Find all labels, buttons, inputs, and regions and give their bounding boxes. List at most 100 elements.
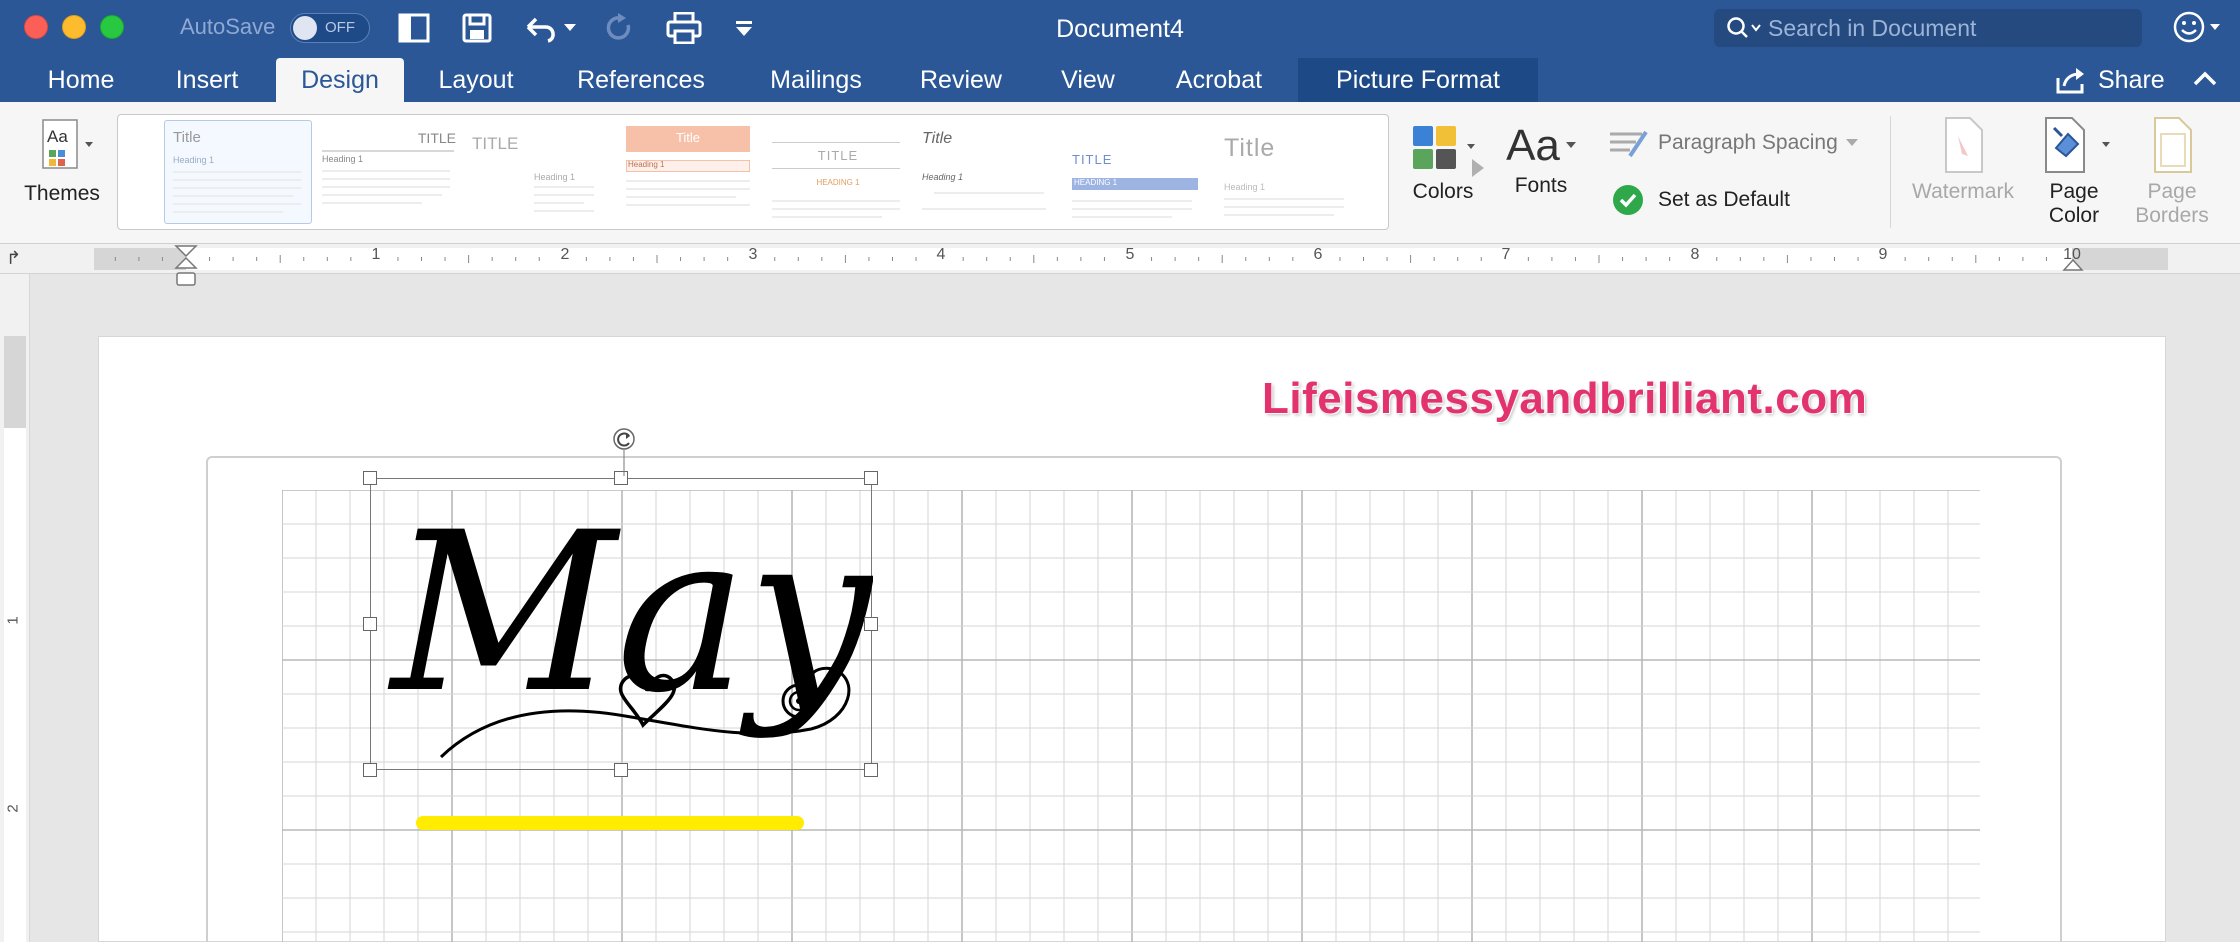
may-lettering-picture[interactable]: May xyxy=(370,478,873,770)
left-indent-marker-icon[interactable] xyxy=(176,272,196,286)
page-borders-label: Page Borders xyxy=(2135,180,2209,227)
style-set-title: TITLE xyxy=(472,134,519,153)
resize-handle-bottom-left[interactable] xyxy=(363,763,377,777)
feedback-button[interactable] xyxy=(2172,10,2224,49)
paragraph-spacing-label: Paragraph Spacing xyxy=(1658,131,1838,154)
colors-label: Colors xyxy=(1412,180,1474,203)
collapse-ribbon-icon[interactable] xyxy=(2192,68,2218,90)
maximize-window-button[interactable] xyxy=(100,15,124,39)
style-set-heading: Heading 1 xyxy=(173,155,215,165)
save-icon xyxy=(462,13,492,43)
printer-icon xyxy=(666,12,702,44)
style-set-thumbnail[interactable]: TITLE Heading 1 xyxy=(464,120,612,224)
style-set-gallery: Title Heading 1 TITLE Heading 1 TITLE He… xyxy=(117,114,1484,230)
tab-home[interactable]: Home xyxy=(26,58,136,102)
style-set-title: TITLE xyxy=(417,130,456,146)
first-line-indent-marker-icon[interactable] xyxy=(174,244,198,274)
redo-icon xyxy=(606,13,631,40)
ribbon-divider xyxy=(1890,116,1891,228)
style-set-title: TITLE xyxy=(1072,152,1113,167)
style-set-thumbnail[interactable]: TITLE HEADING 1 xyxy=(764,120,912,224)
tab-insert[interactable]: Insert xyxy=(152,58,262,102)
save-button[interactable] xyxy=(462,10,492,46)
themes-button[interactable]: Aa Themes xyxy=(14,116,110,226)
ruler-number: 2 xyxy=(4,804,22,813)
smiley-icon xyxy=(2173,11,2220,43)
yellow-highlight-stroke xyxy=(416,816,804,830)
style-set-heading: HEADING 1 xyxy=(816,178,860,187)
style-set-heading: HEADING 1 xyxy=(1074,178,1118,187)
page-color-label: Page Color xyxy=(2048,180,2100,227)
autosave-toggle[interactable]: OFF xyxy=(290,13,370,43)
themes-icon: Aa xyxy=(42,119,93,169)
horizontal-ruler[interactable]: ↱ 1 2 3 4 5 6 7 8 9 10 xyxy=(0,244,2240,274)
resize-handle-right[interactable] xyxy=(864,617,878,631)
watermark-icon xyxy=(1945,117,1983,173)
style-set-heading: Heading 1 xyxy=(628,160,665,169)
tab-acrobat[interactable]: Acrobat xyxy=(1156,58,1282,102)
ribbon-tab-bar: Home Insert Design Layout References Mai… xyxy=(0,58,2240,102)
resize-handle-bottom-right[interactable] xyxy=(864,763,878,777)
themes-label: Themes xyxy=(24,182,100,205)
resize-handle-left[interactable] xyxy=(363,617,377,631)
ruler-number: 5 xyxy=(1125,246,1135,263)
style-set-thumbnail[interactable]: TITLE HEADING 1 xyxy=(1064,120,1212,224)
style-set-thumbnail[interactable]: Title Heading 1 xyxy=(614,120,762,224)
style-set-thumbnail[interactable]: Title Heading 1 xyxy=(914,120,1062,224)
chevron-down-icon xyxy=(1565,142,1576,148)
tab-picture-format[interactable]: Picture Format xyxy=(1298,58,1538,102)
tab-layout[interactable]: Layout xyxy=(418,58,534,102)
colors-button[interactable]: Colors xyxy=(1398,118,1488,228)
style-set-heading: Heading 1 xyxy=(322,154,364,164)
fonts-label: Fonts xyxy=(1514,174,1568,197)
style-set-thumbnail[interactable]: Title Heading 1 xyxy=(1214,120,1362,224)
ruler-number: 9 xyxy=(1878,246,1888,263)
share-button[interactable]: Share xyxy=(2056,58,2165,102)
style-set-thumbnail[interactable]: Title Heading 1 xyxy=(164,120,312,224)
page-borders-button[interactable]: Page Borders xyxy=(2122,116,2222,236)
sidebar-toggle-button[interactable] xyxy=(398,10,430,46)
style-set-thumbnail[interactable]: TITLE Heading 1 xyxy=(314,120,462,224)
checkmark-icon xyxy=(1613,185,1643,215)
autosave-state: OFF xyxy=(325,19,355,36)
search-icon xyxy=(1727,17,1761,38)
ruler-number: 7 xyxy=(1501,246,1511,263)
ruler-number: 1 xyxy=(371,246,381,263)
tab-view[interactable]: View xyxy=(1042,58,1134,102)
rotate-handle-icon[interactable] xyxy=(611,428,637,478)
right-indent-marker-icon[interactable] xyxy=(2062,256,2084,272)
tab-review[interactable]: Review xyxy=(904,58,1018,102)
tab-design[interactable]: Design xyxy=(276,58,404,102)
fonts-icon: Aa xyxy=(1506,121,1560,170)
paragraph-spacing-button[interactable]: Paragraph Spacing xyxy=(1608,128,1858,158)
redo-button[interactable] xyxy=(606,10,634,46)
vertical-ruler[interactable]: 1 2 xyxy=(0,274,30,942)
set-as-default-button[interactable]: Set as Default xyxy=(1612,184,1790,216)
resize-handle-top-right[interactable] xyxy=(864,471,878,485)
close-window-button[interactable] xyxy=(24,15,48,39)
undo-button[interactable] xyxy=(522,10,576,46)
page-color-button[interactable]: Page Color xyxy=(2028,116,2120,236)
ruler-number: 1 xyxy=(4,616,22,625)
print-button[interactable] xyxy=(666,10,702,46)
customize-toolbar-button[interactable] xyxy=(734,10,754,46)
ruler-number: 3 xyxy=(748,246,758,263)
minimize-window-button[interactable] xyxy=(62,15,86,39)
fonts-button[interactable]: Aa Fonts xyxy=(1496,118,1586,228)
resize-handle-top-left[interactable] xyxy=(363,471,377,485)
watermark-button[interactable]: Watermark xyxy=(1904,116,2022,228)
toggle-knob xyxy=(293,16,317,40)
ruler-ticks xyxy=(114,255,2047,263)
style-set-title: TITLE xyxy=(817,148,859,163)
tab-references[interactable]: References xyxy=(556,58,726,102)
style-set-heading: Heading 1 xyxy=(922,172,964,182)
tab-mailings[interactable]: Mailings xyxy=(748,58,884,102)
resize-handle-bottom[interactable] xyxy=(614,763,628,777)
search-box[interactable] xyxy=(1714,9,2142,47)
share-label: Share xyxy=(2098,66,2165,94)
search-input[interactable] xyxy=(1768,13,2128,43)
style-set-title: Title xyxy=(675,130,701,145)
ruler-number: 8 xyxy=(1690,246,1700,263)
ruler-number: 4 xyxy=(936,246,946,263)
may-script-artwork: May xyxy=(387,485,873,759)
